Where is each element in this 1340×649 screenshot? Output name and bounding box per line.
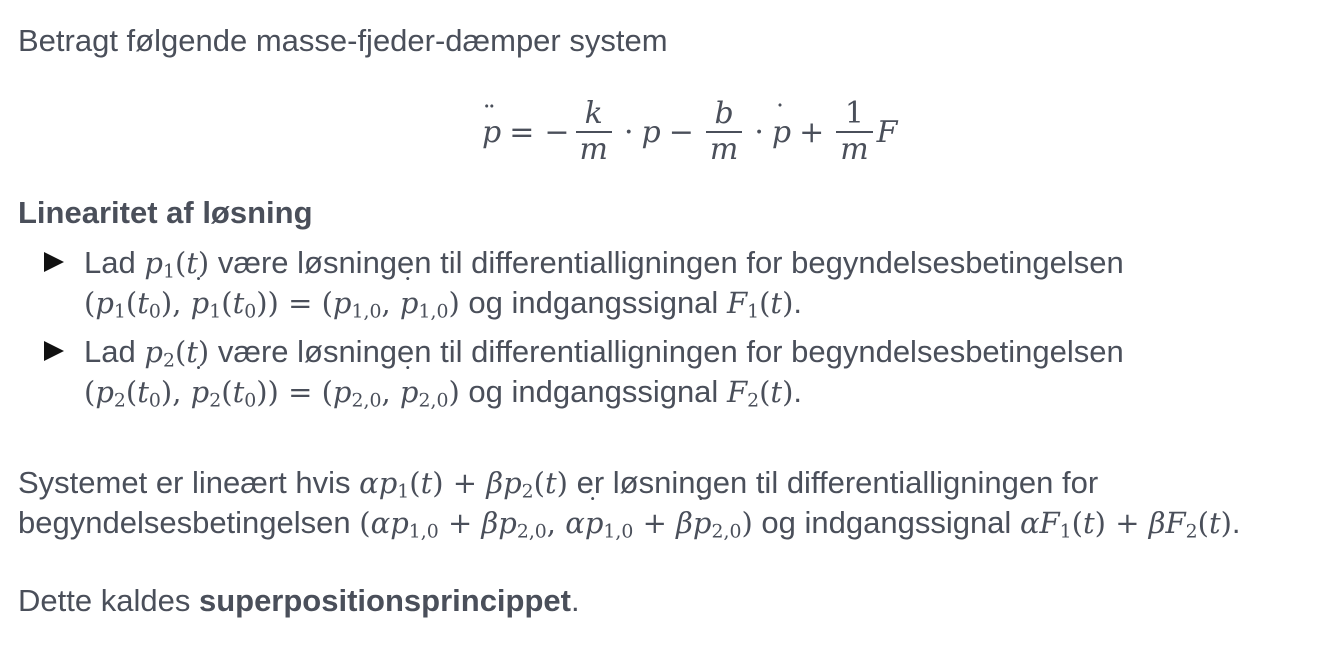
superposition-term: superpositionsprincippet xyxy=(198,583,571,618)
bullet-1-line-2: (p1(t0), p1(t0)) = (p1,0, p1,0) og indga… xyxy=(84,269,802,323)
bullet-triangle-icon xyxy=(44,341,64,361)
conclusion-line: Dette kaldes superpositionsprincippet. xyxy=(18,583,580,618)
intro-text: Betragt følgende masse-fjeder-dæmper sys… xyxy=(18,23,668,58)
bullet-2-line-1: Lad p2(t) være løsningen til differentia… xyxy=(84,334,1124,372)
linearity-line-2: begyndelsesbetingelsen (αp1,0 + βp2,0, α… xyxy=(18,489,1241,543)
linearity-line-1: Systemet er lineært hvis αp1(t) + βp2(t)… xyxy=(18,465,1099,503)
bullet-1-line-1: Lad p1(t) være løsningen til differentia… xyxy=(84,245,1124,283)
bullet-triangle-icon xyxy=(44,252,64,272)
section-heading: Linearitet af løsning xyxy=(18,195,313,230)
bullet-2-line-2: (p2(t0), p2(t0)) = (p2,0, p2,0) og indga… xyxy=(84,358,802,412)
equation: p=− km ·p− bm ·p+ 1m F xyxy=(482,92,898,172)
